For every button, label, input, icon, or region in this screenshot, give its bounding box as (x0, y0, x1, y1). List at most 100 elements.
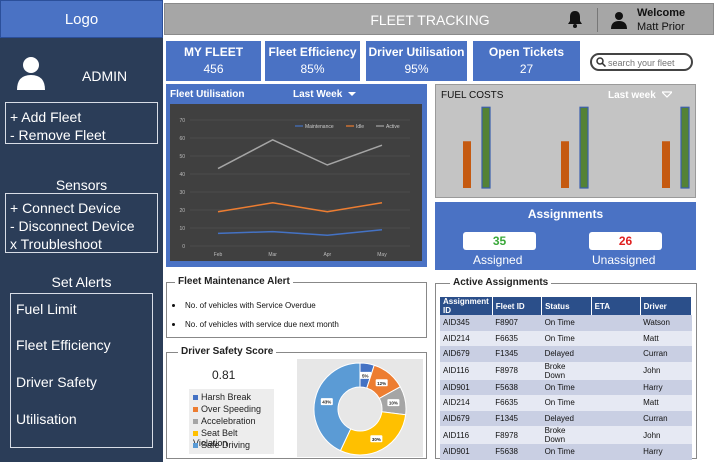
table-cell (591, 410, 641, 426)
user-avatar-icon (17, 57, 45, 90)
alert-fuel-limit[interactable]: Fuel Limit (16, 301, 77, 317)
fuel-bar[interactable] (579, 106, 589, 189)
legend-label: Harsh Break (201, 392, 252, 402)
table-cell (591, 379, 641, 395)
maintenance-item[interactable]: No. of vehicles with service due next mo… (172, 320, 339, 329)
col-fleet-id[interactable]: Fleet ID (492, 297, 543, 315)
fuel-bar[interactable] (463, 141, 471, 188)
bell-icon[interactable] (567, 10, 583, 28)
legend-item: Safe Driving (193, 440, 250, 450)
fuel-bar[interactable] (680, 106, 690, 189)
maintenance-item-text: No. of vehicles with service due next mo… (185, 320, 339, 329)
table-cell: AID345 (440, 315, 493, 331)
legend-label: Safe Driving (201, 440, 251, 450)
safety-donut-chart: 5% 12% 10% 30% 43% (297, 359, 423, 457)
alert-fleet-efficiency[interactable]: Fleet Efficiency (16, 337, 111, 353)
active-assignments-panel: Active Assignments Assignment ID Fleet I… (435, 277, 697, 460)
slice-label: 12% (377, 381, 386, 386)
table-cell (591, 315, 641, 331)
remove-fleet-link[interactable]: - Remove Fleet (10, 126, 153, 144)
alert-utilisation[interactable]: Utilisation (16, 411, 77, 427)
table-row[interactable]: AID679 F1345 Delayed Curran (440, 346, 692, 362)
table-cell: AID214 (440, 395, 493, 411)
legend-swatch (193, 395, 198, 401)
legend-label: Active (386, 124, 400, 130)
table-cell: Broke Down (541, 426, 592, 444)
table-row[interactable]: AID345 F8907 On Time Watson (440, 315, 692, 331)
table-row[interactable]: AID214 F6635 On Time Matt (440, 395, 692, 411)
table-cell: AID214 (440, 330, 493, 346)
table-cell: Delayed (541, 410, 592, 426)
col-assignment-id[interactable]: Assignment ID (440, 297, 493, 315)
table-cell: On Time (541, 315, 592, 331)
table-row[interactable]: AID901 F5638 On Time Harry (440, 379, 692, 395)
assignments-panel: Assignments 35 26 Assigned Unassigned (435, 202, 696, 270)
table-cell: F6635 (492, 395, 542, 411)
x-tick-label: Feb (214, 252, 223, 258)
admin-profile[interactable]: ADMIN (0, 50, 163, 96)
kpi-my-fleet[interactable]: MY FLEET 456 (166, 41, 261, 81)
utilisation-chart-svg: 0 10 20 30 40 50 60 70 Feb Mar Apr May Maintenance Id… (179, 118, 410, 258)
col-status[interactable]: Status (541, 297, 592, 315)
series-line (217, 138, 383, 170)
alert-driver-safety[interactable]: Driver Safety (16, 374, 97, 390)
disconnect-device-link[interactable]: - Disconnect Device (10, 217, 153, 235)
col-eta[interactable]: ETA (591, 297, 641, 315)
legend-item: Harsh Break (193, 392, 251, 402)
maintenance-item[interactable]: No. of vehicles with Service Overdue (172, 301, 316, 310)
table-cell: F5638 (492, 379, 542, 395)
kpi-fleet-efficiency[interactable]: Fleet Efficiency 85% (265, 41, 360, 81)
donut-chart-svg: 5% 12% 10% 30% 43% (313, 362, 407, 456)
table-row[interactable]: AID116 F8978 Broke Down John (440, 361, 692, 380)
logo[interactable]: Logo (0, 0, 163, 38)
set-alerts-title: Set Alerts (51, 274, 112, 290)
slice-label: 30% (372, 437, 381, 442)
table-cell (591, 395, 641, 411)
x-tick-label: May (377, 252, 387, 258)
search-input[interactable] (608, 56, 690, 69)
utilisation-period-dropdown[interactable]: Last Week (293, 89, 357, 100)
assigned-count[interactable]: 35 (463, 232, 536, 250)
fuel-bar[interactable] (662, 141, 670, 188)
table-row[interactable]: AID116 F8978 Broke Down John (440, 426, 692, 444)
search-box[interactable] (590, 53, 693, 71)
fuel-bar[interactable] (561, 141, 569, 188)
x-tick-label: Mar (268, 252, 277, 258)
table-cell: F6635 (492, 330, 542, 346)
sensor-actions-box: + Connect Device - Disconnect Device x T… (5, 193, 158, 253)
table-cell: F8978 (492, 426, 542, 444)
y-tick-label: 10 (179, 226, 185, 232)
active-assignments-title: Active Assignments (450, 277, 552, 288)
fleet-actions-box: + Add Fleet - Remove Fleet (5, 102, 158, 144)
table-cell: Harry (640, 444, 692, 460)
table-cell (591, 330, 641, 346)
chevron-down-icon (348, 92, 357, 96)
col-driver[interactable]: Driver (640, 297, 693, 315)
maintenance-alert-panel: Fleet Maintenance Alert No. of vehicles … (166, 276, 427, 338)
table-row[interactable]: AID679 F1345 Delayed Curran (440, 410, 692, 426)
table-row[interactable]: AID901 F5638 On Time Harry (440, 444, 692, 460)
legend-swatch (193, 407, 198, 413)
legend-swatch (193, 431, 198, 437)
troubleshoot-link[interactable]: x Troubleshoot (10, 235, 153, 253)
kpi-driver-utilisation[interactable]: Driver Utilisation 95% (366, 41, 467, 81)
fuel-bar[interactable] (481, 106, 491, 189)
bullet-icon (172, 304, 175, 308)
search-icon (596, 57, 606, 67)
kpi-title: MY FLEET (183, 45, 244, 59)
legend-label: Idle (356, 124, 364, 130)
utilisation-title: Fleet Utilisation (170, 89, 245, 100)
table-cell: Matt (640, 330, 692, 346)
user-icon[interactable] (611, 11, 627, 29)
maintenance-item-text: No. of vehicles with Service Overdue (185, 301, 316, 310)
kpi-open-tickets[interactable]: Open Tickets 27 (473, 41, 580, 81)
table-row[interactable]: AID214 F6635 On Time Matt (440, 330, 692, 346)
slice-label: 10% (389, 401, 398, 406)
donut-slice[interactable] (339, 411, 407, 456)
user-name: Matt Prior (637, 21, 685, 33)
slice-label: 5% (362, 373, 369, 378)
unassigned-count[interactable]: 26 (589, 232, 662, 250)
slice-label: 43% (322, 400, 331, 405)
connect-device-link[interactable]: + Connect Device (10, 199, 153, 217)
add-fleet-link[interactable]: + Add Fleet (10, 108, 153, 126)
